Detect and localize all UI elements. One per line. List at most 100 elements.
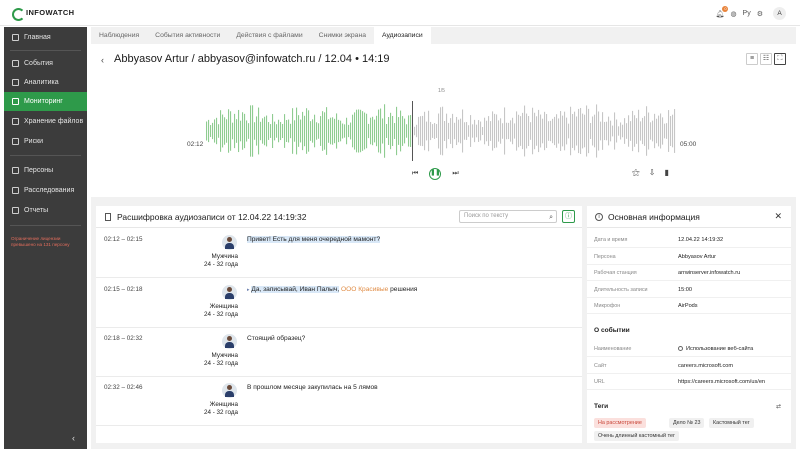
- logo-icon: [12, 8, 25, 21]
- waveform-bar: [438, 113, 440, 149]
- sidebar-item-investigations[interactable]: Расследования: [4, 181, 87, 200]
- collapse-sidebar-button[interactable]: ‹: [72, 433, 75, 443]
- field-label: Длительность записи: [594, 287, 648, 293]
- waveform-bar: [312, 119, 314, 143]
- playhead[interactable]: [412, 101, 413, 161]
- home-icon: [12, 34, 19, 41]
- waveform-bar: [276, 124, 278, 138]
- tab-activity-events[interactable]: События активности: [147, 27, 228, 44]
- waveform-bar: [512, 117, 514, 145]
- waveform-bar: [298, 115, 300, 147]
- waveform-bar: [428, 110, 430, 152]
- info-field-duration: Длительность записи 15:00: [587, 282, 791, 298]
- sidebar-item-analytics[interactable]: Аналитика: [4, 73, 87, 92]
- waveform-bar: [480, 121, 482, 141]
- info-field-site: Сайт careers.microsoft.com: [587, 358, 791, 374]
- pause-button[interactable]: ❚❚: [429, 168, 442, 180]
- waveform-bar: [446, 113, 448, 149]
- transcript-row[interactable]: 02:12 – 02:15 Мужчина 24 - 32 года Приве…: [96, 229, 582, 278]
- tab-screenshots[interactable]: Снимки экрана: [311, 27, 374, 44]
- waveform[interactable]: [206, 101, 676, 161]
- waveform-bar: [456, 116, 458, 146]
- waveform-bar: [674, 109, 676, 153]
- logo-text: INFOWATCH: [26, 8, 75, 17]
- waveform-bar: [240, 120, 242, 142]
- sidebar-item-label: Главная: [24, 34, 51, 41]
- waveform-bar: [386, 124, 388, 138]
- user-avatar[interactable]: A: [773, 7, 786, 20]
- back-arrow-icon[interactable]: ‹: [101, 55, 104, 65]
- waveform-bar: [346, 117, 348, 145]
- segment-text: Привет! Есть для меня очередной мамонт?: [247, 236, 381, 243]
- waveform-bar: [576, 116, 578, 146]
- fullscreen-view-icon[interactable]: ⛶: [774, 53, 786, 65]
- waveform-bar: [314, 114, 316, 148]
- waveform-bar: [572, 114, 574, 148]
- speaker-age: 24 - 32 года: [203, 261, 238, 268]
- info-panel: i Основная информация ✕ Дата и время 12.0…: [587, 206, 791, 443]
- detected-org[interactable]: ООО Красивые: [341, 286, 388, 293]
- waveform-bar: [426, 121, 428, 141]
- tag[interactable]: Кастомный тег: [709, 418, 754, 428]
- waveform-bar: [404, 118, 406, 144]
- sidebar-item-storage[interactable]: Хранение файлов: [4, 112, 87, 131]
- transcript-row[interactable]: 02:32 – 02:46 Женщина 24 - 32 года В про…: [96, 377, 582, 426]
- sidebar-item-events[interactable]: События: [4, 54, 87, 73]
- tab-file-actions[interactable]: Действия с файлами: [228, 27, 310, 44]
- globe-icon[interactable]: ◍: [730, 10, 736, 18]
- monitoring-icon: [12, 98, 19, 105]
- waveform-bar: [662, 117, 664, 145]
- waveform-bar: [526, 113, 528, 149]
- waveform-bar: [216, 117, 218, 145]
- sidebar-item-persons[interactable]: Персоны: [4, 161, 87, 180]
- waveform-bar: [478, 120, 480, 142]
- search-icon[interactable]: ⌕: [549, 212, 553, 223]
- tag[interactable]: Дело № 23: [669, 418, 705, 428]
- sidebar-item-home[interactable]: Главная: [4, 28, 87, 47]
- sidebar-item-risks[interactable]: Риски: [4, 132, 87, 151]
- magic-wand-icon[interactable]: ⚝: [632, 168, 640, 178]
- skip-forward-icon[interactable]: ⏭: [452, 170, 458, 178]
- skip-back-icon[interactable]: ⏮: [412, 170, 418, 178]
- waveform-bar: [364, 112, 366, 150]
- waveform-bar: [430, 121, 432, 141]
- waveform-bar: [580, 107, 582, 155]
- waveform-bar: [392, 116, 394, 146]
- field-value[interactable]: careers.microsoft.com: [678, 363, 788, 369]
- download-icon[interactable]: ⇩: [649, 168, 656, 178]
- waveform-bar: [494, 113, 496, 149]
- language-switch[interactable]: Ру: [743, 10, 751, 17]
- sort-icon[interactable]: ⇄: [776, 403, 781, 410]
- waveform-bar: [330, 117, 332, 145]
- transcript-search-input[interactable]: Поиск по тексту ⌕: [459, 210, 557, 223]
- main-area: Наблюдения События активности Действия с…: [91, 27, 796, 449]
- waveform-bar: [516, 111, 518, 151]
- transcript-row[interactable]: 02:15 – 02:18 Женщина 24 - 32 года ▸ Да,…: [96, 279, 582, 328]
- sidebar-item-monitoring[interactable]: Мониторинг: [4, 92, 87, 111]
- tag[interactable]: Очень длинный кастомный тег: [594, 431, 679, 441]
- logo[interactable]: INFOWATCH: [12, 8, 75, 21]
- waveform-bar: [282, 123, 284, 139]
- tab-audio[interactable]: Аудиозаписи: [373, 27, 431, 44]
- waveform-bar: [362, 111, 364, 151]
- list-view-icon[interactable]: ≡: [746, 53, 758, 65]
- audio-player: ‹ Abbyasov Artur / abbyasov@infowatch.ru…: [91, 44, 796, 197]
- sidebar-item-reports[interactable]: Отчеты: [4, 201, 87, 220]
- tab-observations[interactable]: Наблюдения: [91, 27, 147, 44]
- field-value[interactable]: https://careers.microsoft.com/us/en: [678, 379, 788, 385]
- waveform-bar: [356, 109, 358, 153]
- settings-icon[interactable]: ⚙: [757, 10, 763, 18]
- waveform-bar: [420, 116, 422, 146]
- tag[interactable]: На рассмотрение: [594, 418, 646, 428]
- waveform-bar: [224, 117, 226, 145]
- waveform-bar: [608, 116, 610, 146]
- waveform-bar: [306, 108, 308, 154]
- detail-view-icon[interactable]: ☷: [760, 53, 772, 65]
- transcript-row[interactable]: 02:18 – 02:32 Мужчина 24 - 32 года Стоящ…: [96, 328, 582, 377]
- info-toggle-button[interactable]: ⓘ: [562, 210, 575, 223]
- close-icon[interactable]: ✕: [774, 211, 782, 222]
- tags-section-title: Теги: [594, 403, 609, 410]
- bell-icon[interactable]: 🔔︎ 0: [716, 5, 729, 18]
- bookmark-icon[interactable]: ▮: [664, 168, 668, 178]
- waveform-bar: [644, 116, 646, 146]
